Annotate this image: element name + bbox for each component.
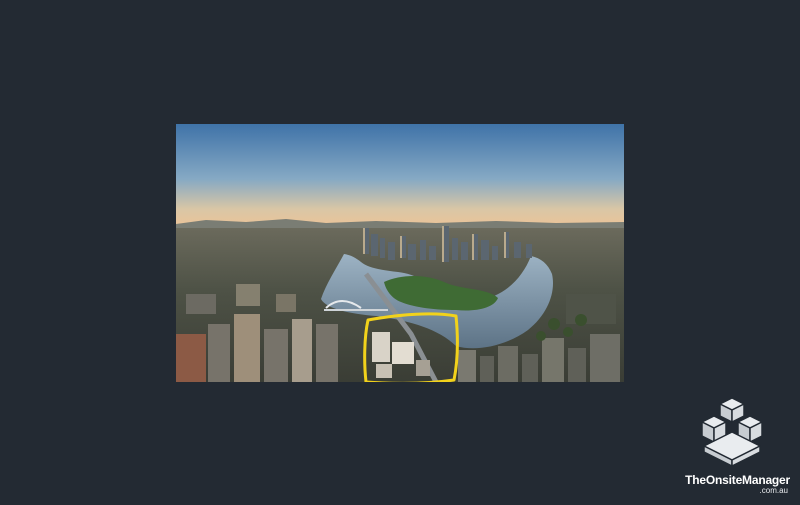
- brand-watermark: TheOnsiteManager .com.au: [672, 396, 790, 496]
- viewer-stage: TheOnsiteManager .com.au: [0, 0, 800, 505]
- aerial-city-scene: [176, 124, 624, 382]
- watermark-brand-text: TheOnsiteManager: [685, 473, 790, 487]
- watermark-domain-text: .com.au: [759, 486, 788, 495]
- stacked-cubes-logo-icon: [701, 397, 763, 467]
- aerial-city-photo: [176, 124, 624, 382]
- sky: [176, 124, 624, 224]
